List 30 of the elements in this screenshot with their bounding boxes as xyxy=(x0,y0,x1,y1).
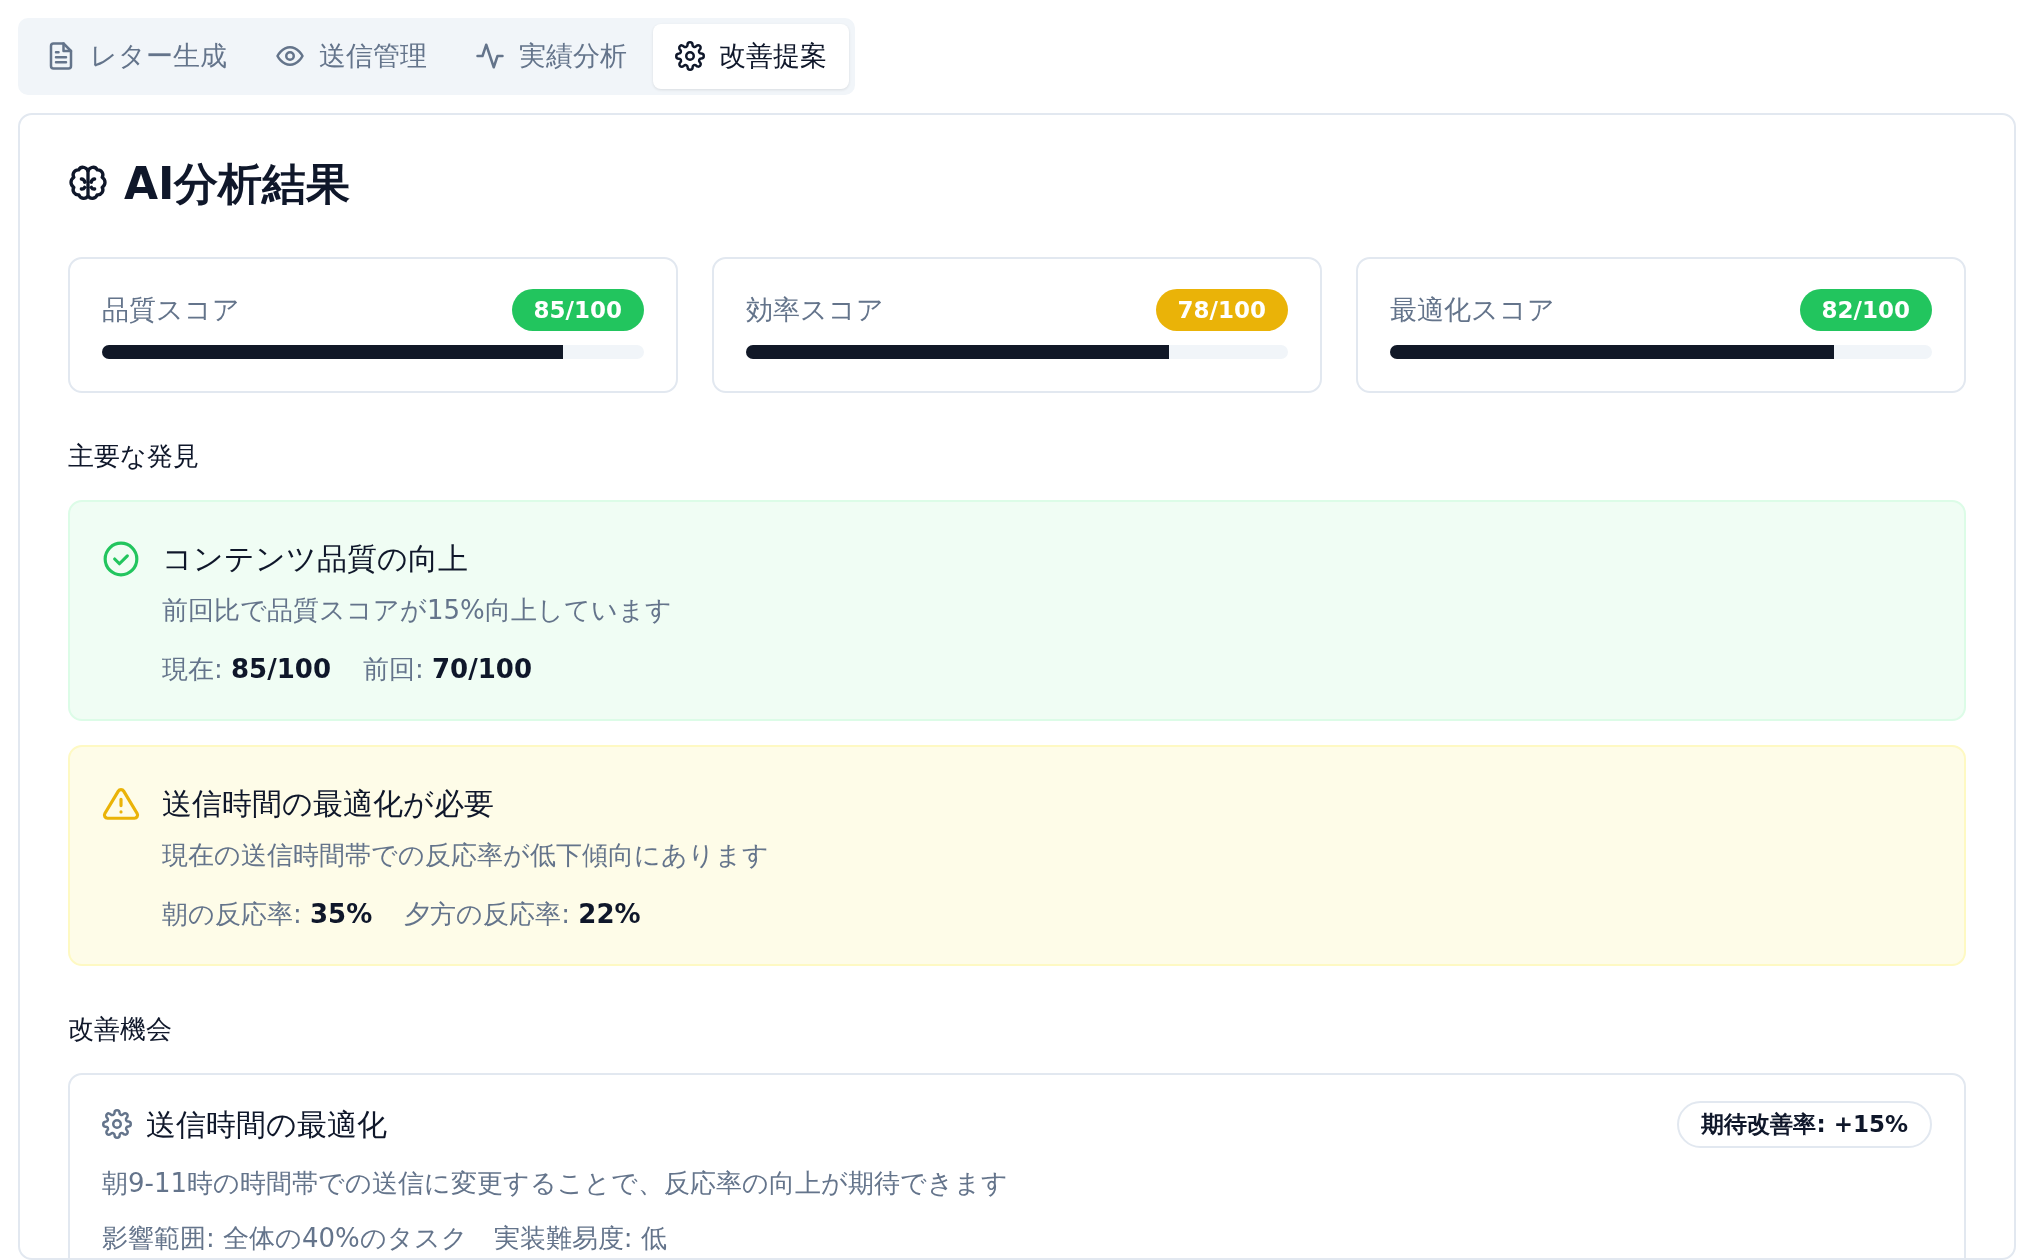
score-badge: 78/100 xyxy=(1155,288,1288,331)
finding-title: コンテンツ品質の向上 xyxy=(162,540,469,578)
tab[interactable]: 送信管理 xyxy=(253,24,449,89)
section-heading: 改善機会 xyxy=(68,1013,173,1046)
finding-stat: 現在: 85/100 xyxy=(162,653,331,686)
score-label: 品質スコア xyxy=(102,292,240,327)
settings-icon xyxy=(675,41,705,72)
score-badge: 85/100 xyxy=(511,288,644,331)
score-label: 最適化スコア xyxy=(1390,292,1555,327)
page-title: AI分析結果 xyxy=(124,156,351,211)
improvement-badge: 期待改善率: +15% xyxy=(1677,1101,1932,1148)
settings-icon xyxy=(102,1109,132,1140)
score-label: 効率スコア xyxy=(746,292,884,327)
score-badge: 82/100 xyxy=(1799,288,1932,331)
tab[interactable]: レター生成 xyxy=(24,24,249,89)
check-circle-icon xyxy=(102,540,140,578)
opportunity-detail: 影響範囲: 全体の40%のタスク xyxy=(102,1221,468,1255)
finding-description: 前回比で品質スコアが15%向上しています xyxy=(162,594,672,627)
finding-description: 現在の送信時間帯での反応率が低下傾向にあります xyxy=(162,839,769,872)
opportunity-description: 朝9-11時の時間帯での送信に変更することで、反応率の向上が期待できます xyxy=(102,1166,1009,1200)
opportunity-detail: 実装難易度: 低 xyxy=(493,1221,667,1255)
finding-stat: 前回: 70/100 xyxy=(363,653,532,686)
section-heading: 主要な発見 xyxy=(68,440,200,473)
finding-title: 送信時間の最適化が必要 xyxy=(162,785,495,823)
finding-stat: 夕方の反応率: 22% xyxy=(404,898,641,931)
finding-stat: 朝の反応率: 35% xyxy=(162,898,373,931)
tab[interactable]: 実績分析 xyxy=(453,24,649,89)
opportunity-title: 送信時間の最適化 xyxy=(146,1105,387,1144)
tab[interactable]: 改善提案 xyxy=(653,24,849,89)
warning-icon xyxy=(102,785,140,823)
